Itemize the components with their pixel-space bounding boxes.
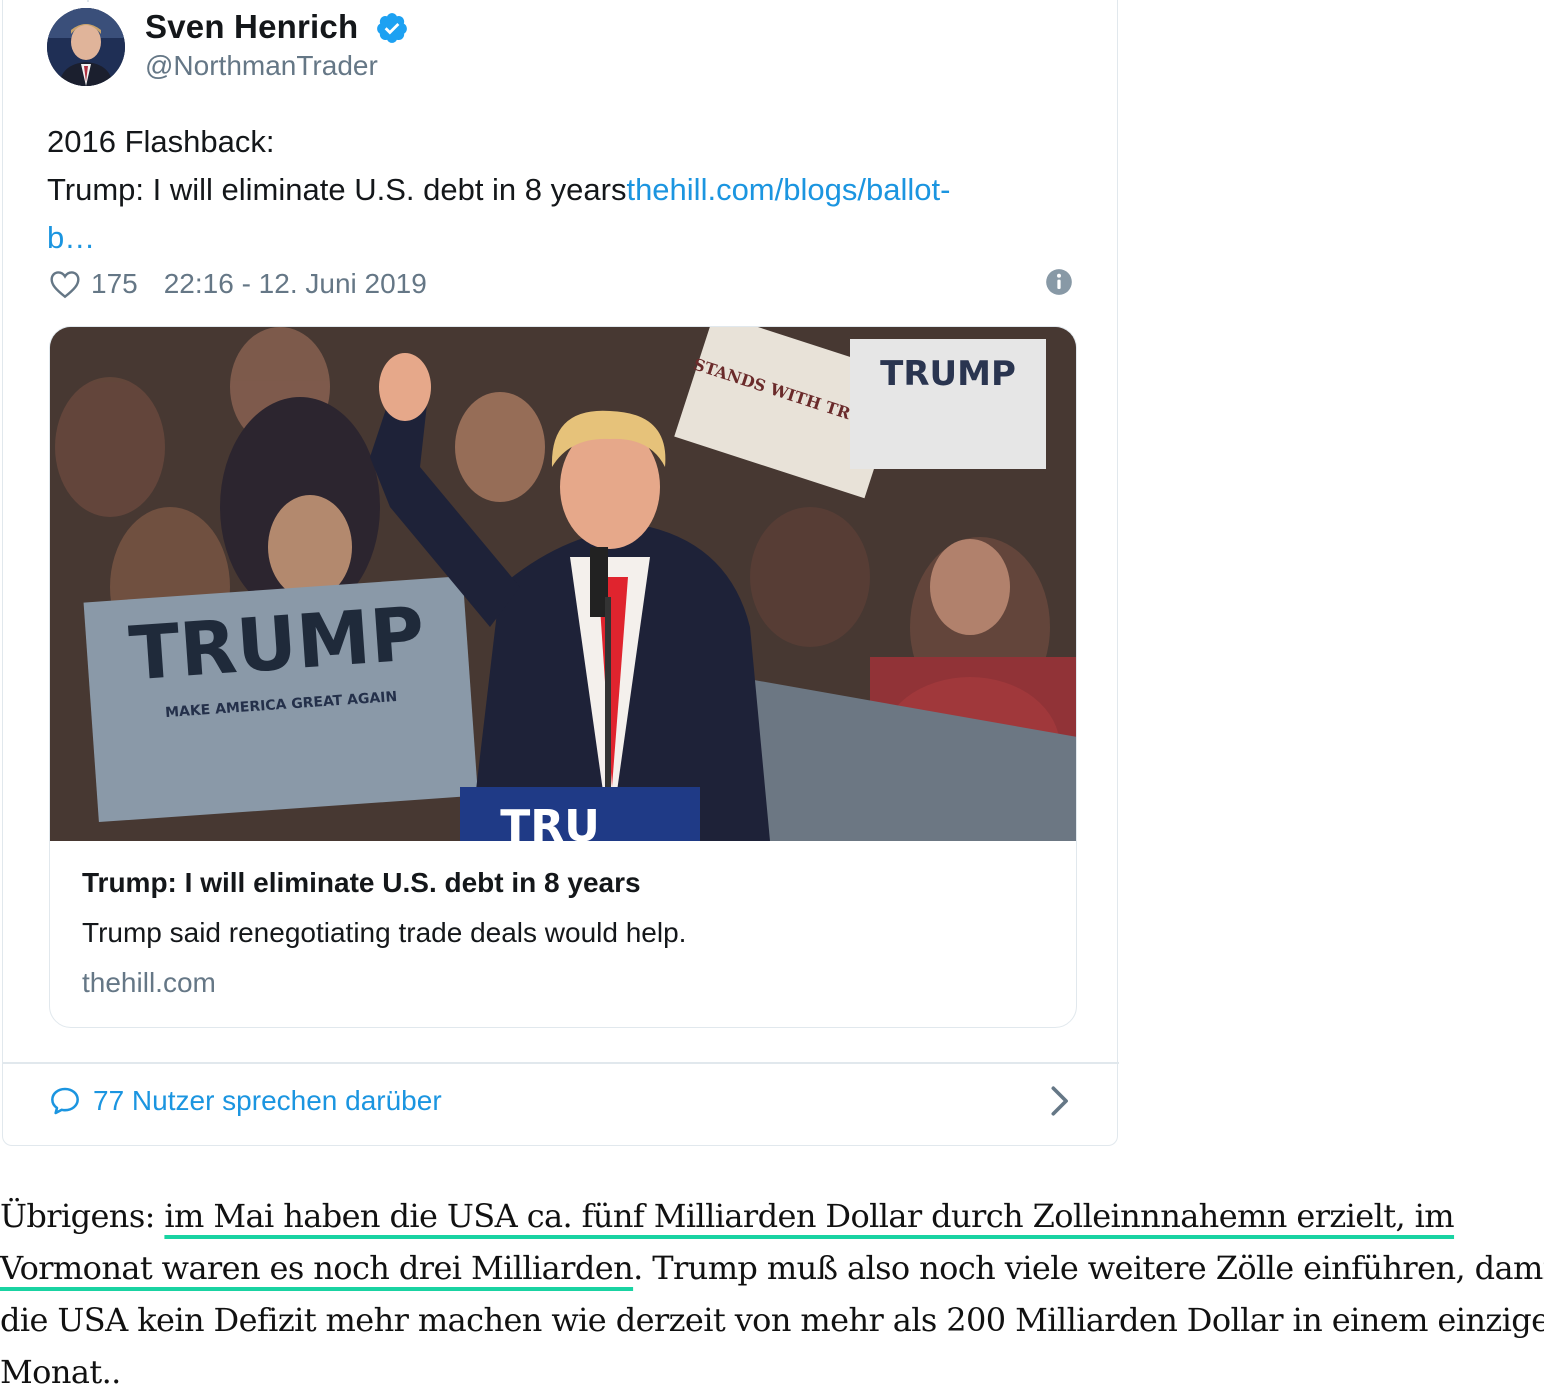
card-title: Trump: I will eliminate U.S. debt in 8 y… — [82, 867, 641, 898]
card-description: Trump said renegotiating trade deals wou… — [82, 917, 687, 948]
tweet-text-line: Trump: I will eliminate U.S. debt in 8 y… — [47, 172, 627, 207]
tweet-link[interactable]: thehill.com/blogs/ballot- — [626, 172, 950, 207]
article-text: Monat.. — [0, 1353, 121, 1391]
article-paragraph: Übrigens: im Mai haben die USA ca. fünf … — [0, 1190, 1544, 1398]
highlighted-text: im Mai haben die USA ca. fünf Milliarden… — [164, 1197, 1455, 1235]
conversation-label[interactable]: 77 Nutzer sprechen darüber — [93, 1085, 442, 1117]
sign-text: TRUMP — [880, 354, 1016, 394]
author-name[interactable]: Sven Henrich — [145, 8, 358, 46]
rally-photo: STANDS WITH TRUMP TRUMP TRUMP MAKE AMERI… — [50, 327, 1076, 841]
avatar[interactable] — [47, 8, 125, 86]
embedded-tweet: Sven Henrich @NorthmanTrader 2016 Flashb… — [2, 0, 1119, 1146]
speech-bubble-icon — [51, 1087, 79, 1115]
article-text: . Trump muß also noch viele weitere Zöll… — [633, 1249, 1544, 1287]
tweet-link-continued[interactable]: b… — [47, 214, 1067, 262]
article-text: Übrigens: — [0, 1197, 165, 1235]
tweet-meta: 175 22:16 - 12. Juni 2019 — [49, 264, 427, 304]
thread-line — [87, 0, 89, 2]
heart-icon[interactable] — [49, 269, 81, 299]
card-domain: thehill.com — [82, 967, 216, 998]
verified-badge-icon — [377, 13, 407, 43]
link-preview-card[interactable]: STANDS WITH TRUMP TRUMP TRUMP MAKE AMERI… — [49, 326, 1077, 1028]
info-icon[interactable] — [1045, 268, 1073, 296]
tweet-text-line: 2016 Flashback: — [47, 124, 275, 159]
conversation-link[interactable]: 77 Nutzer sprechen darüber — [49, 1080, 442, 1122]
article-text: die USA kein Defizit mehr machen wie der… — [0, 1301, 1544, 1339]
chevron-right-icon[interactable] — [1047, 1084, 1071, 1118]
author-handle[interactable]: @NorthmanTrader — [145, 50, 378, 82]
tweet-timestamp[interactable]: 22:16 - 12. Juni 2019 — [164, 268, 427, 300]
svg-text:TRU: TRU — [500, 801, 600, 841]
tweet-text: 2016 Flashback: Trump: I will eliminate … — [47, 118, 1067, 262]
divider — [3, 1062, 1119, 1064]
like-count: 175 — [91, 268, 138, 299]
highlighted-text: Vormonat waren es noch drei Milliarden — [0, 1249, 634, 1287]
